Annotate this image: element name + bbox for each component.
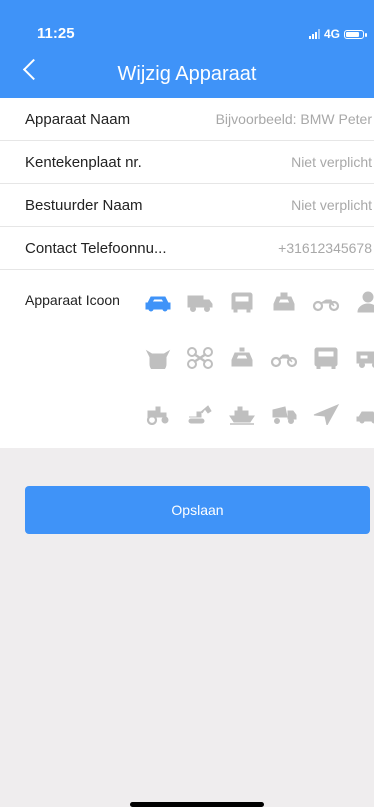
police-car-icon[interactable] [222, 340, 262, 376]
battery-icon [344, 29, 367, 39]
small-car-icon[interactable] [348, 396, 374, 432]
tractor-icon[interactable] [138, 396, 178, 432]
network-label: 4G [323, 27, 340, 41]
cement-mixer-icon[interactable] [264, 396, 304, 432]
contact-phone-row[interactable]: Contact Telefoonnu... +31612345678 [0, 227, 374, 270]
page-title: Wijzig Apparaat [117, 63, 257, 85]
ship-icon[interactable] [222, 396, 262, 432]
driver-name-label: Bestuurder Naam [25, 196, 143, 214]
app-header: 11:25 4G Wijzig Apparaat [0, 0, 374, 98]
car-icon[interactable] [138, 284, 178, 320]
device-name-field[interactable]: Bijvoorbeeld: BMW Peter [216, 111, 374, 127]
taxi-icon[interactable] [264, 284, 304, 320]
license-plate-label: Kentekenplaat nr. [25, 153, 142, 171]
coach-icon[interactable] [306, 340, 346, 376]
cow-icon[interactable] [138, 340, 178, 376]
home-indicator [130, 802, 264, 807]
driver-name-field[interactable]: Niet verplicht [291, 197, 374, 213]
save-button[interactable]: Opslaan [25, 486, 370, 534]
driver-name-row[interactable]: Bestuurder Naam Niet verplicht [0, 184, 374, 227]
signal-icon [308, 29, 320, 39]
bus-icon[interactable] [222, 284, 262, 320]
status-indicators: 4G [308, 27, 367, 41]
contact-phone-field[interactable]: +31612345678 [278, 240, 374, 256]
contact-phone-label: Contact Telefoonnu... [25, 239, 167, 257]
status-time: 11:25 [37, 25, 75, 42]
motorbike-icon[interactable] [264, 340, 304, 376]
device-icon-label: Apparaat Icoon [25, 292, 120, 308]
tuk-tuk-icon[interactable] [348, 340, 374, 376]
license-plate-field[interactable]: Niet verplicht [291, 154, 374, 170]
device-form: Apparaat Naam Bijvoorbeeld: BMW Peter Ke… [0, 98, 374, 448]
motorcycle-icon[interactable] [306, 284, 346, 320]
device-icon-grid [138, 284, 374, 432]
device-name-row[interactable]: Apparaat Naam Bijvoorbeeld: BMW Peter [0, 98, 374, 141]
license-plate-row[interactable]: Kentekenplaat nr. Niet verplicht [0, 141, 374, 184]
navigation-arrow-icon[interactable] [306, 396, 346, 432]
excavator-icon[interactable] [180, 396, 220, 432]
device-icon-section: Apparaat Icoon [0, 270, 374, 448]
drone-icon[interactable] [180, 340, 220, 376]
truck-icon[interactable] [180, 284, 220, 320]
device-name-label: Apparaat Naam [25, 110, 131, 128]
person-icon[interactable] [348, 284, 374, 320]
